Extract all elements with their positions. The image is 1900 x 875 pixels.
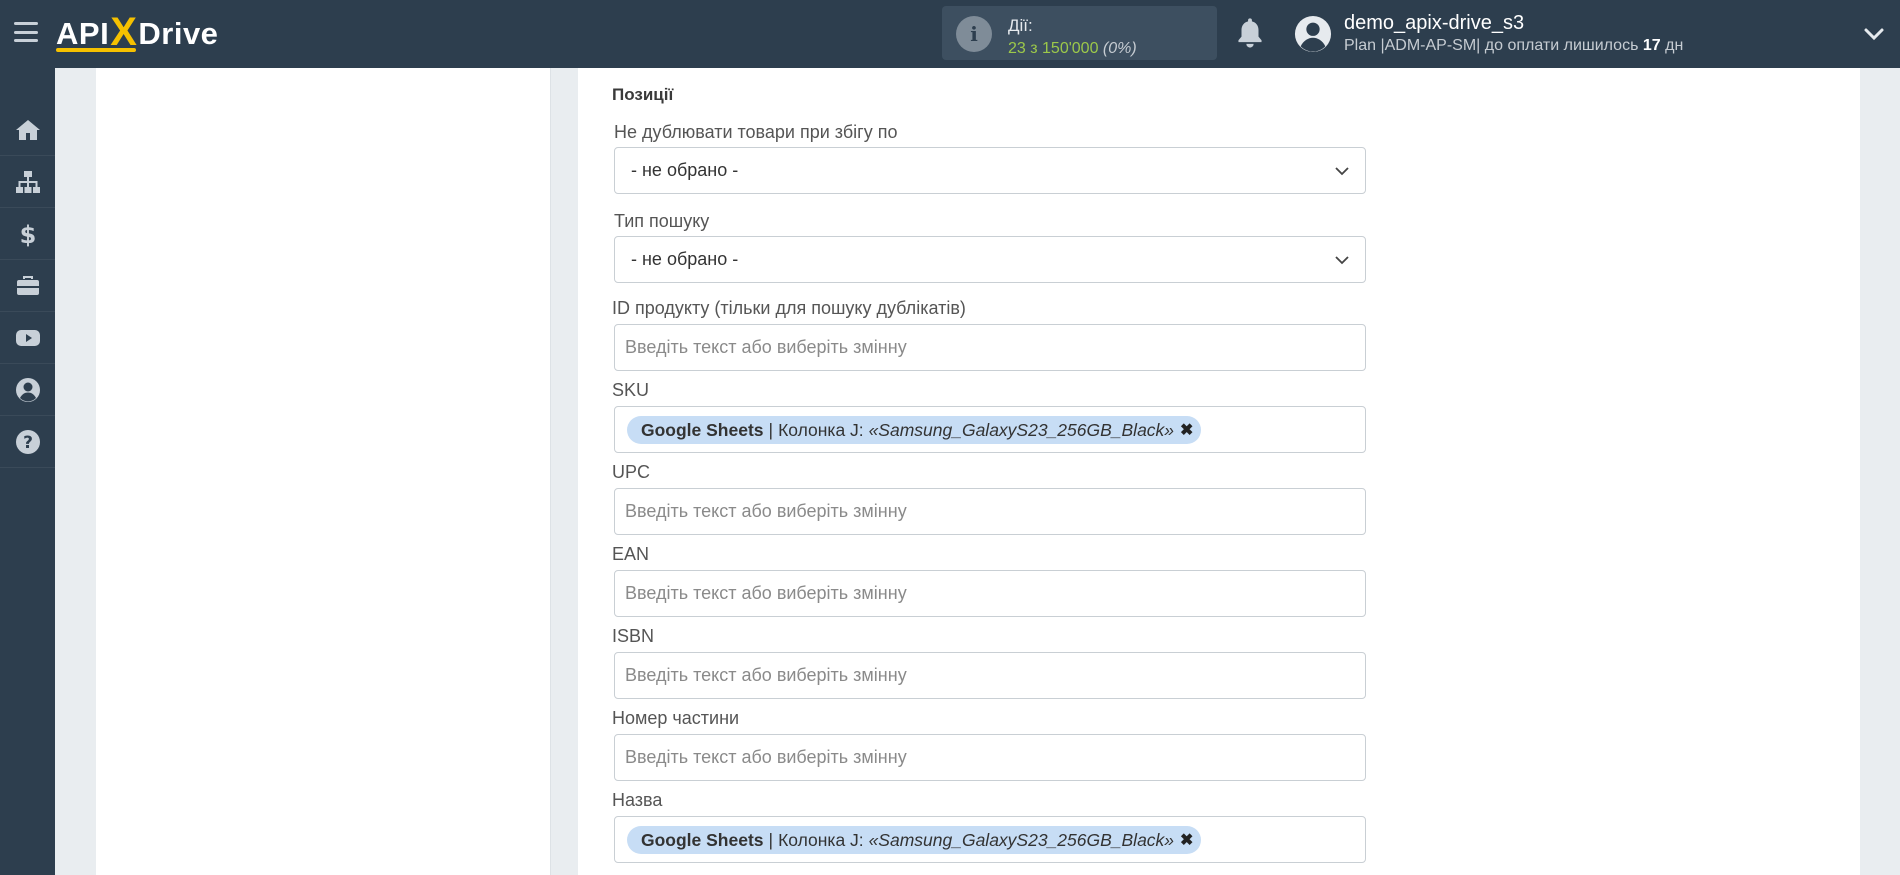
- part-number-input[interactable]: [615, 735, 1365, 780]
- user-circle-icon: [15, 377, 40, 402]
- top-bar: API X Drive i Дії: 23 з 150'000 (0%) demo_…: [0, 0, 1900, 68]
- briefcase-icon: [16, 275, 39, 295]
- isbn-field[interactable]: [614, 652, 1366, 699]
- bell-icon[interactable]: [1235, 16, 1265, 50]
- upc-input[interactable]: [615, 489, 1365, 534]
- search-type-select[interactable]: - не обрано -: [614, 236, 1366, 283]
- menu-icon[interactable]: [14, 22, 38, 42]
- name-field[interactable]: Google Sheets | Колонка J: «Samsung_Galaxy…: [614, 816, 1366, 863]
- sku-label: SKU: [612, 380, 650, 400]
- user-plan: Plan |ADM-AP-SM| до оплати лишилось 17 д…: [1344, 37, 1684, 54]
- logo[interactable]: API X Drive: [56, 10, 219, 56]
- product-id-input[interactable]: [615, 325, 1365, 370]
- actions-label: Дії:: [1008, 16, 1033, 35]
- no-duplicate-label: Не дублювати товари при збігу по: [614, 122, 898, 142]
- name-variable-tag[interactable]: Google Sheets | Колонка J: «Samsung_Galaxy…: [627, 826, 1202, 854]
- actions-count: 23 з 150'000 (0%): [1008, 40, 1137, 57]
- dollar-icon: $: [19, 221, 36, 248]
- upc-label: UPC: [612, 462, 651, 482]
- search-type-label: Тип пошуку: [614, 211, 710, 231]
- svg-text:$: $: [19, 221, 36, 248]
- chevron-down-icon: [1335, 167, 1349, 176]
- sidebar-item-help[interactable]: ?: [0, 416, 55, 468]
- help-icon: ?: [15, 429, 40, 454]
- search-type-value: - не обрано -: [631, 249, 739, 269]
- section-title: Позиції: [612, 85, 674, 104]
- no-duplicate-select[interactable]: - не обрано -: [614, 147, 1366, 194]
- sidebar: $ ?: [0, 68, 55, 875]
- sidebar-item-video[interactable]: [0, 312, 55, 364]
- user-name[interactable]: demo_apix-drive_s3: [1344, 12, 1524, 35]
- upc-field[interactable]: [614, 488, 1366, 535]
- ean-field[interactable]: [614, 570, 1366, 617]
- home-icon: [15, 119, 40, 140]
- product-id-label: ID продукту (тільки для пошуку дублікаті…: [612, 298, 966, 318]
- actions-counter: i Дії: 23 з 150'000 (0%): [942, 6, 1217, 60]
- name-label: Назва: [612, 790, 663, 810]
- sidebar-item-home[interactable]: [0, 104, 55, 156]
- logo-drive: Drive: [138, 16, 219, 51]
- chevron-down-icon: [1335, 256, 1349, 265]
- ean-input[interactable]: [615, 571, 1365, 616]
- no-duplicate-value: - не обрано -: [631, 160, 739, 180]
- sidebar-item-profile[interactable]: [0, 364, 55, 416]
- avatar-icon[interactable]: [1294, 15, 1332, 53]
- remove-tag-icon[interactable]: ✖: [1180, 420, 1193, 440]
- left-panel: [96, 68, 551, 875]
- part-number-label: Номер частини: [612, 708, 740, 728]
- youtube-icon: [15, 329, 40, 346]
- isbn-input[interactable]: [615, 653, 1365, 698]
- info-icon: i: [956, 16, 992, 52]
- part-number-field[interactable]: [614, 734, 1366, 781]
- logo-api: API: [56, 16, 110, 51]
- sidebar-item-billing[interactable]: $: [0, 208, 55, 260]
- product-id-field[interactable]: [614, 324, 1366, 371]
- sku-variable-tag[interactable]: Google Sheets | Колонка J: «Samsung_Galaxy…: [627, 416, 1202, 444]
- remove-tag-icon[interactable]: ✖: [1180, 830, 1193, 850]
- sitemap-icon: [15, 170, 40, 193]
- sidebar-item-services[interactable]: [0, 260, 55, 312]
- sku-field[interactable]: Google Sheets | Колонка J: «Samsung_Galaxy…: [614, 406, 1366, 453]
- logo-underline: [56, 48, 136, 52]
- sidebar-item-connections[interactable]: [0, 156, 55, 208]
- chevron-down-icon[interactable]: [1862, 22, 1886, 46]
- ean-label: EAN: [612, 544, 650, 564]
- svg-text:?: ?: [23, 433, 33, 453]
- isbn-label: ISBN: [612, 626, 655, 646]
